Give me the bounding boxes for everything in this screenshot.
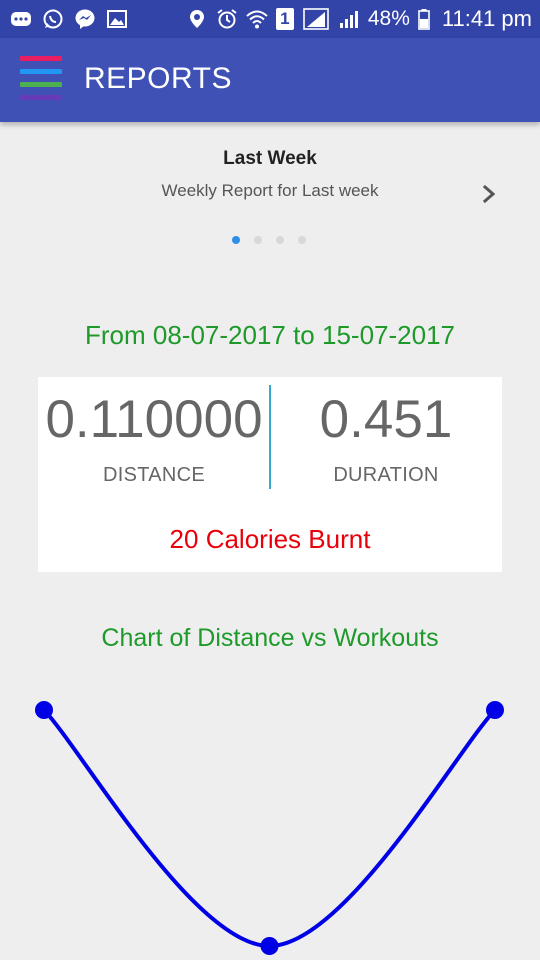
signal-icon — [339, 11, 358, 28]
chart-title: Chart of Distance vs Workouts — [101, 624, 439, 652]
signal-icon — [303, 8, 329, 30]
stats-card: 0.110000 DISTANCE 0.451 DURATION 20 Calo… — [38, 377, 502, 572]
date-range: From 08-07-2017 to 15-07-2017 — [84, 320, 455, 350]
status-time: 11:41 pm — [441, 6, 532, 31]
chart-point-1[interactable] — [35, 701, 53, 719]
alarm-icon — [217, 9, 237, 29]
status-bar: 1 48% 11:41 pm — [0, 0, 540, 38]
menu-bar-green — [20, 82, 62, 87]
whatsapp-icon — [43, 9, 63, 29]
page-title: REPORTS — [84, 62, 232, 95]
status-bar-system: 1 48% 11:41 pm — [186, 0, 532, 38]
menu-bar-pink — [20, 56, 62, 61]
carousel-title: Last Week — [223, 148, 317, 169]
pager-dot-3[interactable] — [276, 236, 284, 244]
carousel-subtitle: Weekly Report for Last week — [161, 181, 379, 200]
app-bar: REPORTS — [0, 38, 540, 122]
sim-icon: 1 — [275, 8, 294, 30]
calories-burnt: 20 Calories Burnt — [169, 524, 371, 554]
menu-bar-blue — [20, 69, 62, 74]
chart-point-2[interactable] — [260, 937, 279, 955]
wifi-icon — [246, 10, 268, 29]
pager-dot-1[interactable] — [232, 236, 240, 244]
pager-dot-2[interactable] — [254, 236, 262, 244]
messenger-icon — [75, 9, 95, 29]
menu-icon[interactable] — [20, 56, 64, 102]
distance-chart — [35, 701, 504, 955]
carousel-pager — [232, 236, 306, 244]
gallery-icon — [107, 10, 127, 28]
chat-icon — [11, 12, 31, 26]
chevron-right-icon[interactable] — [478, 182, 500, 206]
battery-percent: 48% — [367, 7, 410, 30]
chart-series-line — [42, 708, 497, 949]
location-icon — [189, 10, 204, 28]
duration-value: 0.451 — [319, 390, 453, 449]
status-bar-notifications — [10, 0, 128, 38]
menu-bar-purple — [20, 95, 62, 100]
pager-dot-4[interactable] — [298, 236, 306, 244]
battery-icon — [418, 9, 430, 30]
duration-label: DURATION — [333, 464, 439, 486]
chart-point-3[interactable] — [486, 701, 504, 719]
distance-value: 0.110000 — [45, 390, 263, 449]
distance-label: DISTANCE — [102, 464, 206, 486]
